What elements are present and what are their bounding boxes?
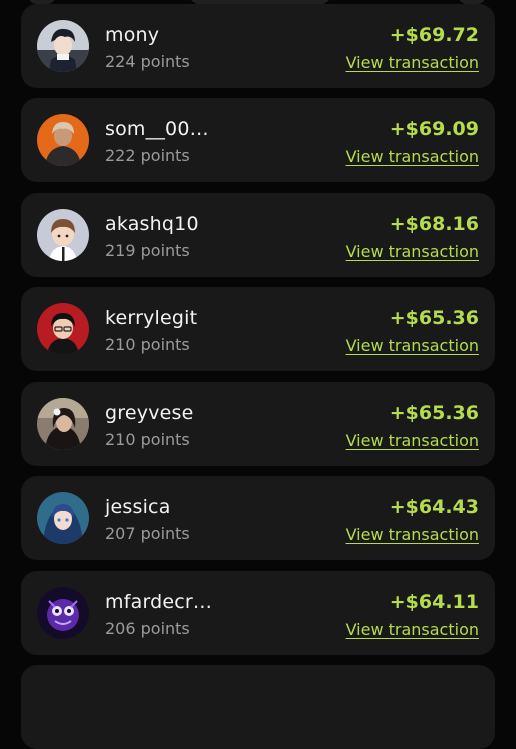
view-transaction-link[interactable]: View transaction	[346, 53, 479, 72]
points-count: 219 points	[105, 241, 190, 260]
cartoon-boy-avatar-icon	[37, 209, 89, 261]
points-count: 224 points	[105, 52, 190, 71]
anime-boy-avatar-icon	[37, 20, 89, 72]
reward-amount: +$65.36	[389, 307, 479, 329]
view-transaction-link[interactable]: View transaction	[346, 431, 479, 450]
leaderboard-row[interactable]: akashq10 219 points +$68.16 View transac…	[21, 193, 495, 277]
reward-amount: +$65.36	[389, 402, 479, 424]
reward-amount: +$64.43	[389, 496, 479, 518]
username: greyvese	[105, 402, 194, 424]
username: akashq10	[105, 213, 199, 235]
user-avatar[interactable]	[37, 114, 89, 166]
points-count: 210 points	[105, 430, 190, 449]
reward-amount: +$69.09	[389, 118, 479, 140]
points-count: 210 points	[105, 335, 190, 354]
user-avatar[interactable]	[37, 587, 89, 639]
user-avatar[interactable]	[37, 303, 89, 355]
username: mony	[105, 24, 160, 46]
view-transaction-link[interactable]: View transaction	[346, 525, 479, 544]
view-transaction-link[interactable]: View transaction	[346, 620, 479, 639]
leaderboard-row[interactable]: mfardecr… 206 points +$64.11 View transa…	[21, 571, 495, 655]
leaderboard-row[interactable]: greyvese 210 points +$65.36 View transac…	[21, 382, 495, 466]
user-avatar[interactable]	[37, 492, 89, 544]
points-count: 207 points	[105, 524, 190, 543]
reward-amount: +$64.11	[389, 591, 479, 613]
leaderboard-row[interactable]	[21, 665, 495, 749]
view-transaction-link[interactable]: View transaction	[346, 147, 479, 166]
view-transaction-link[interactable]: View transaction	[346, 336, 479, 355]
username: jessica	[105, 496, 171, 518]
leaderboard-row[interactable]: kerrylegit 210 points +$65.36 View trans…	[21, 287, 495, 371]
anime-figure-orange-avatar-icon	[37, 114, 89, 166]
reward-amount: +$68.16	[389, 213, 479, 235]
reward-amount: +$69.72	[389, 24, 479, 46]
user-avatar[interactable]	[37, 209, 89, 261]
view-transaction-link[interactable]: View transaction	[346, 242, 479, 261]
leaderboard-row[interactable]: mony 224 points +$69.72 View transaction	[21, 4, 495, 88]
girl-photo-avatar-icon	[37, 398, 89, 450]
user-avatar[interactable]	[37, 20, 89, 72]
points-count: 222 points	[105, 146, 190, 165]
points-count: 206 points	[105, 619, 190, 638]
username: kerrylegit	[105, 307, 198, 329]
username: mfardecr…	[105, 591, 213, 613]
purple-creature-avatar-icon	[37, 587, 89, 639]
user-avatar[interactable]	[37, 398, 89, 450]
anime-girl-avatar-icon	[37, 492, 89, 544]
username: som__00…	[105, 118, 209, 140]
leaderboard-row[interactable]: som__00… 222 points +$69.09 View transac…	[21, 98, 495, 182]
leaderboard-row[interactable]: jessica 207 points +$64.43 View transact…	[21, 476, 495, 560]
red-ninja-avatar-icon	[37, 303, 89, 355]
